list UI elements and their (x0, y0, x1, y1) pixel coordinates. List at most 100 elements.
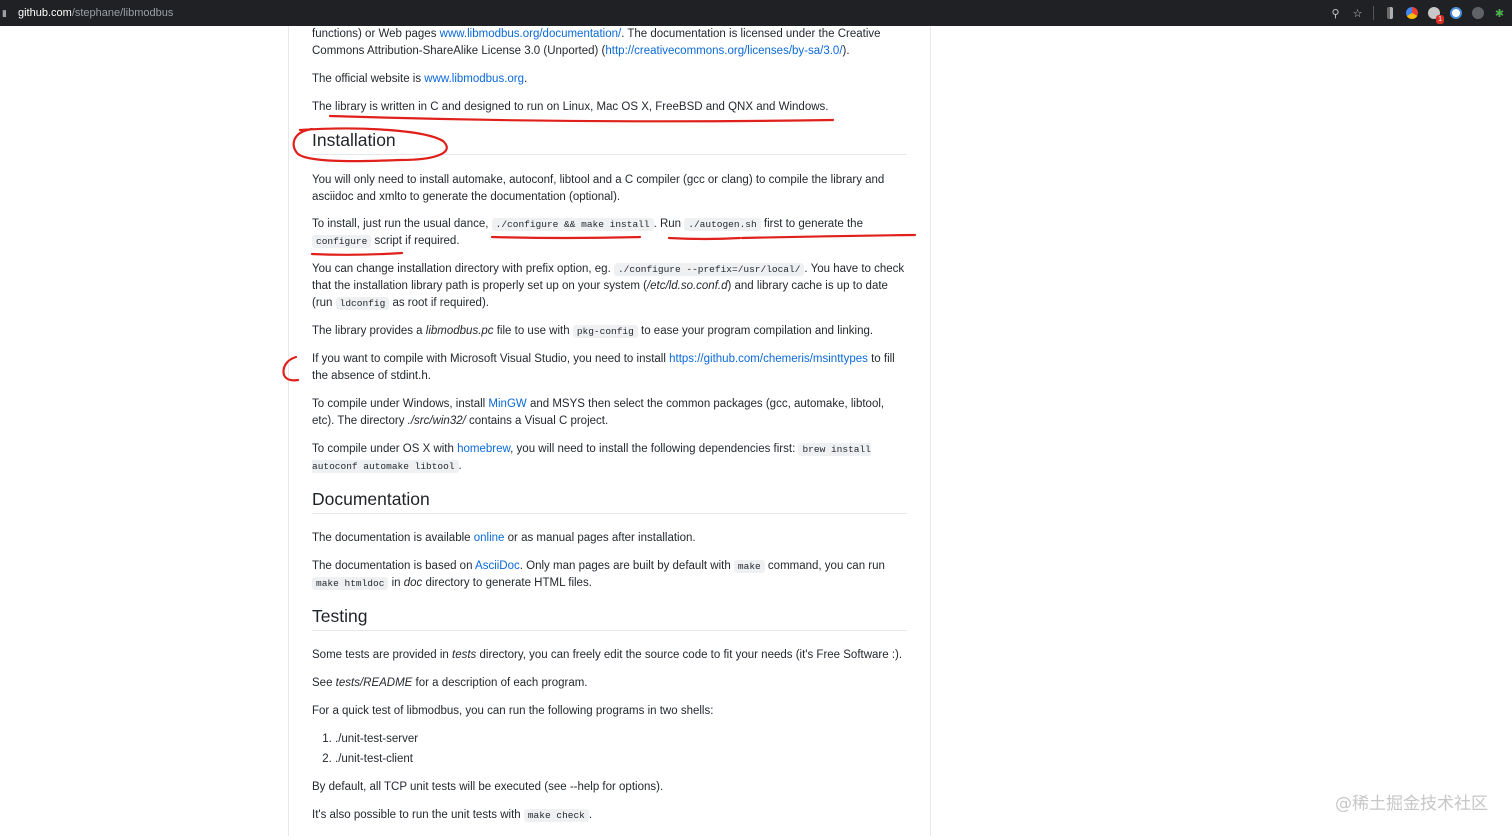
toolbar-icons: ⚲ ☆ 1 ✱ (1329, 0, 1506, 26)
text: to ease your program compilation and lin… (637, 325, 874, 337)
extension-badge: 1 (1436, 14, 1444, 24)
text: . Only man pages are built by default wi… (519, 560, 734, 572)
text: You can change installation directory wi… (312, 263, 614, 275)
text: . (524, 73, 528, 85)
platforms-text: The library is written in C and designed… (312, 101, 829, 113)
official-website-link[interactable]: www.libmodbus.org (424, 73, 524, 85)
test-steps-list: ./unit-test-server ./unit-test-client (312, 729, 907, 769)
tests-readme-path: tests/README (335, 677, 413, 689)
testing-paragraph-1: Some tests are provided in tests directo… (312, 647, 907, 664)
testing-paragraph-3: For a quick test of libmodbus, you can r… (312, 703, 907, 720)
text: file to use with (493, 325, 573, 337)
code-ldconfig: ldconfig (335, 297, 390, 310)
code-configure: configure (312, 235, 372, 248)
testing-paragraph-2: See tests/README for a description of ea… (312, 675, 907, 692)
installation-paragraph-6: To compile under Windows, install MinGW … (312, 396, 907, 430)
text: To compile under Windows, install (312, 398, 489, 410)
divider (1373, 6, 1374, 20)
testing-heading: Testing (312, 607, 907, 631)
text: , you will need to install the following… (510, 443, 799, 455)
online-docs-link[interactable]: online (474, 532, 505, 544)
code-pkg-config: pkg-config (572, 325, 638, 338)
url-host: github.com (18, 7, 72, 19)
intro-paragraph-platforms: The library is written in C and designed… (312, 99, 907, 116)
license-link[interactable]: http://creativecommons.org/licenses/by-s… (605, 45, 842, 57)
homebrew-link[interactable]: homebrew (457, 443, 510, 455)
text: . (588, 809, 593, 821)
default-tests-text: By default, all TCP unit tests will be e… (312, 781, 664, 793)
text: script if required. (371, 235, 460, 247)
extension-icon-3[interactable]: 1 (1427, 7, 1444, 24)
text: in (388, 577, 404, 589)
documentation-section-header: Documentation (312, 490, 907, 514)
documentation-paragraph-1: The documentation is available online or… (312, 530, 907, 547)
win32-path: ./src/win32/ (407, 415, 466, 427)
text: The documentation is based on (312, 560, 476, 572)
installation-paragraph-7: To compile under OS X with homebrew, you… (312, 441, 907, 475)
pc-file-name: libmodbus.pc (425, 325, 494, 337)
text: ). (842, 45, 850, 57)
installation-paragraph-3: You can change installation directory wi… (312, 261, 907, 312)
text: See (312, 677, 336, 689)
asciidoc-link[interactable]: AsciiDoc (475, 560, 520, 572)
intro-paragraph-website: The official website is www.libmodbus.or… (312, 71, 907, 88)
quick-test-text: For a quick test of libmodbus, you can r… (312, 705, 714, 717)
installation-paragraph-5: If you want to compile with Microsoft Vi… (312, 351, 907, 385)
extension-icon-2[interactable] (1405, 7, 1418, 20)
text: Some tests are provided in (312, 649, 452, 661)
text: To install, just run the usual dance, (312, 218, 492, 230)
text: or as manual pages after installation. (504, 532, 696, 544)
text: for a description of each program. (412, 677, 588, 689)
documentation-paragraph-2: The documentation is based on AsciiDoc. … (312, 558, 907, 592)
lock-icon[interactable]: ▮ (2, 8, 12, 18)
address-bar[interactable]: github.com/stephane/libmodbus (18, 7, 173, 19)
text: command, you can run (764, 560, 885, 572)
code-configure-make: ./configure && make install (491, 218, 654, 231)
watermark-text: @稀土掘金技术社区 (1335, 794, 1488, 814)
ld-conf-path: /etc/ld.so.conf.d (646, 280, 728, 292)
installation-paragraph-4: The library provides a libmodbus.pc file… (312, 323, 907, 340)
text: The library provides a (312, 325, 426, 337)
documentation-link[interactable]: www.libmodbus.org/documentation/ (440, 28, 622, 40)
text: as root if required). (389, 297, 489, 309)
list-item: ./unit-test-server (335, 729, 907, 749)
text: It's also possible to run the unit tests… (312, 809, 524, 821)
extension-icon-1[interactable] (1383, 7, 1396, 20)
installation-section-header: Installation (312, 131, 907, 155)
text: The documentation is available (312, 532, 474, 544)
extension-icon-4[interactable] (1449, 7, 1462, 20)
mingw-link[interactable]: MinGW (488, 398, 526, 410)
code-make-htmldoc: make htmldoc (312, 577, 389, 590)
text: directory to generate HTML files. (422, 577, 592, 589)
text: first to generate the (760, 218, 863, 230)
documentation-heading: Documentation (312, 490, 907, 514)
list-item: ./unit-test-client (335, 749, 907, 769)
code-prefix: ./configure --prefix=/usr/local/ (613, 263, 805, 276)
testing-paragraph-5: It's also possible to run the unit tests… (312, 807, 907, 824)
text: . Run (653, 218, 685, 230)
code-autogen: ./autogen.sh (684, 218, 761, 231)
text: contains a Visual C project. (465, 415, 609, 427)
msinttypes-link[interactable]: https://github.com/chemeris/msinttypes (669, 353, 868, 365)
text: . (458, 460, 462, 472)
text: If you want to compile with Microsoft Vi… (312, 353, 670, 365)
requirements-text: You will only need to install automake, … (312, 174, 885, 203)
zoom-icon[interactable]: ⚲ (1329, 7, 1342, 20)
bookmark-star-icon[interactable]: ☆ (1351, 7, 1364, 20)
text: functions) or Web pages (312, 28, 440, 40)
doc-dir: doc (403, 577, 423, 589)
extension-icon-5[interactable] (1471, 7, 1484, 20)
text: directory, you can freely edit the sourc… (476, 649, 903, 661)
browser-toolbar: ▮ github.com/stephane/libmodbus ⚲ ☆ 1 ✱ (0, 0, 1512, 26)
puzzle-extensions-icon[interactable]: ✱ (1493, 7, 1506, 20)
code-make: make (733, 560, 765, 573)
testing-paragraph-4: By default, all TCP unit tests will be e… (312, 779, 907, 796)
intro-paragraph-license: functions) or Web pages www.libmodbus.or… (312, 26, 907, 60)
url-path: /stephane/libmodbus (71, 7, 174, 19)
tests-dir: tests (452, 649, 477, 661)
text: The official website is (312, 73, 425, 85)
testing-section-header: Testing (312, 607, 907, 631)
installation-paragraph-1: You will only need to install automake, … (312, 172, 907, 206)
installation-heading: Installation (312, 131, 907, 155)
readme-container: functions) or Web pages www.libmodbus.or… (288, 26, 931, 836)
